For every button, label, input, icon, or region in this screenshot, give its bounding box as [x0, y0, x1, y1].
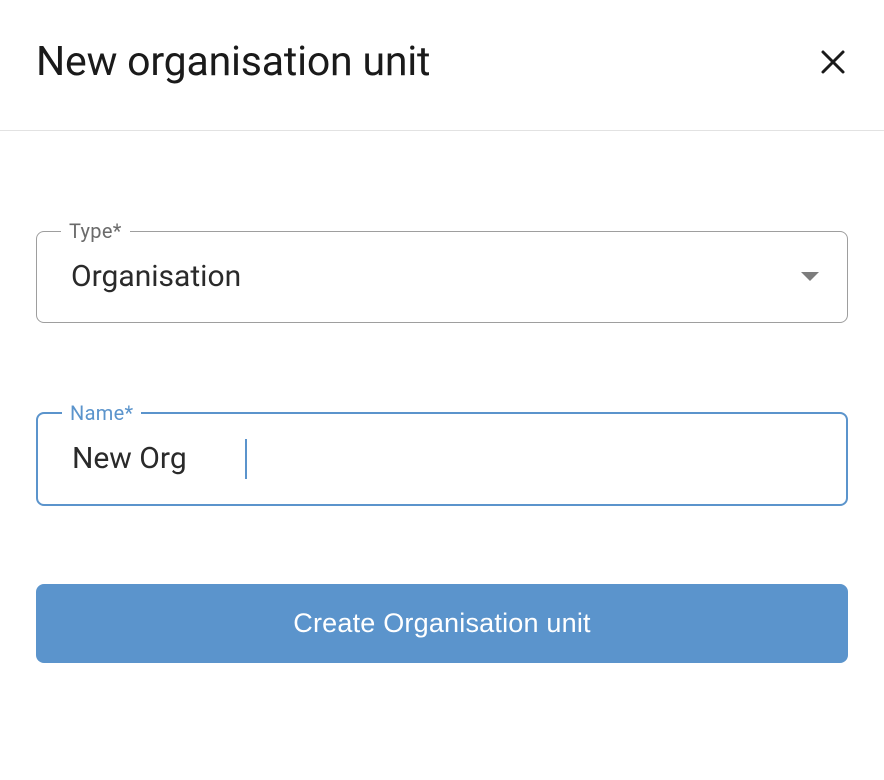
close-icon [818, 47, 848, 77]
button-row: Create Organisation unit [0, 584, 884, 663]
dialog-title: New organisation unit [36, 38, 430, 86]
chevron-down-icon [801, 272, 819, 281]
close-button[interactable] [812, 41, 854, 83]
dialog-header: New organisation unit [0, 0, 884, 131]
create-button[interactable]: Create Organisation unit [36, 584, 848, 663]
type-select[interactable]: Organisation [37, 243, 847, 322]
text-caret [245, 439, 247, 479]
type-value: Organisation [71, 259, 241, 294]
type-field: Type* Organisation [36, 219, 848, 323]
type-label: Type* [61, 219, 130, 243]
name-input-wrap [38, 425, 846, 504]
name-field: Name* [36, 401, 848, 506]
name-input[interactable] [38, 425, 846, 504]
name-fieldset: Name* [36, 401, 848, 506]
name-label: Name* [62, 401, 141, 425]
type-fieldset: Type* Organisation [36, 219, 848, 323]
form-area: Type* Organisation Name* [0, 131, 884, 506]
